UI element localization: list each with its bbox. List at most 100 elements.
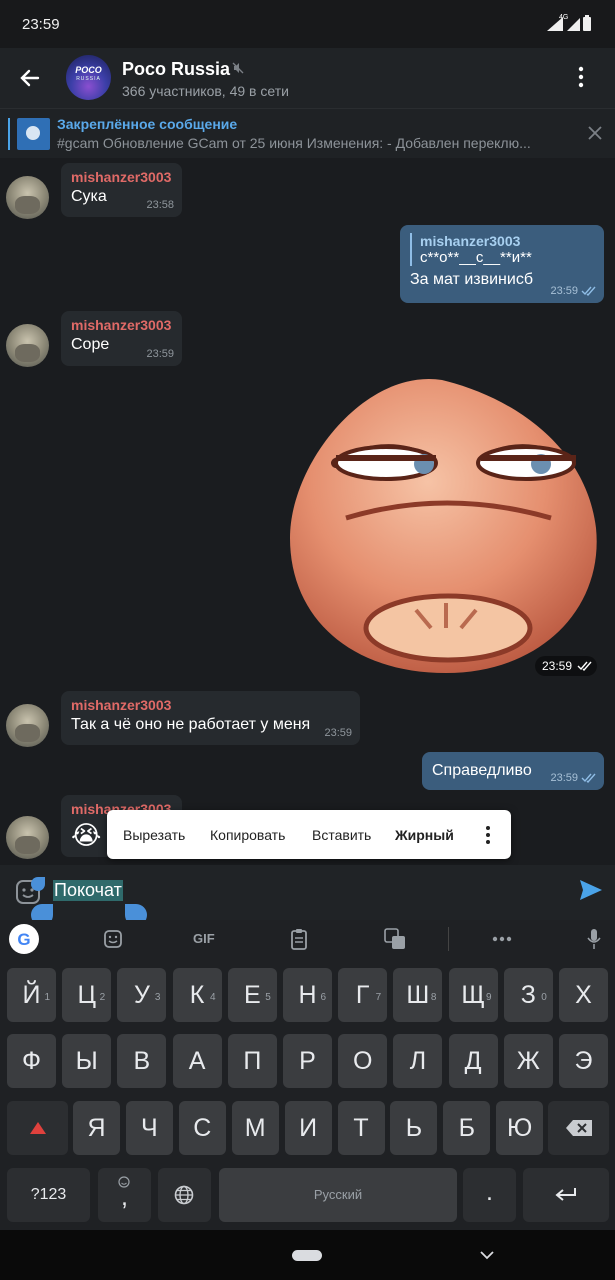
key-hint: 6: [320, 992, 326, 1003]
key-7[interactable]: Ш8: [393, 968, 443, 1022]
system-nav-bar: [0, 1230, 615, 1280]
close-icon[interactable]: [588, 126, 602, 140]
translate-icon[interactable]: [384, 928, 406, 950]
gif-button[interactable]: GIF: [193, 931, 215, 946]
key-hint: 5: [265, 992, 271, 1003]
shift-key[interactable]: [7, 1101, 68, 1155]
more-horiz-icon[interactable]: [492, 936, 512, 942]
key-5[interactable]: Н6: [283, 968, 332, 1022]
period-key[interactable]: .: [463, 1168, 516, 1222]
more-vert-icon[interactable]: [578, 66, 584, 88]
user-avatar[interactable]: [6, 324, 49, 367]
google-icon[interactable]: G: [9, 924, 39, 954]
key-row3-8[interactable]: Ю: [496, 1101, 544, 1155]
key-9[interactable]: З0: [503, 968, 553, 1022]
sticker-image[interactable]: [286, 378, 598, 678]
key-row3-7[interactable]: Б: [443, 1101, 491, 1155]
language-key[interactable]: [158, 1168, 211, 1222]
key-3[interactable]: К4: [172, 968, 222, 1022]
key-row2-6[interactable]: О: [338, 1034, 388, 1088]
key-row2-4[interactable]: П: [227, 1034, 277, 1088]
pinned-text: #gcam Обновление GCam от 25 июня Изменен…: [57, 135, 531, 151]
toolbar-divider: [448, 927, 449, 951]
key-row2-8[interactable]: Д: [448, 1034, 498, 1088]
key-1[interactable]: Ц2: [62, 968, 112, 1022]
backspace-icon: [566, 1120, 592, 1136]
key-row3-3[interactable]: М: [231, 1101, 279, 1155]
double-check-icon: [577, 661, 592, 671]
key-row2-1[interactable]: Ы: [62, 1034, 112, 1088]
status-time: 23:59: [22, 16, 60, 33]
selection-handle-start-dot[interactable]: [31, 877, 45, 891]
menu-cut[interactable]: Вырезать: [123, 827, 185, 843]
key-row2-9[interactable]: Ж: [503, 1034, 553, 1088]
message-time: 23:58: [146, 199, 174, 211]
chat-subtitle: 366 участников, 49 в сети: [122, 83, 289, 99]
menu-bold[interactable]: Жирный: [395, 827, 454, 843]
sender-name: mishanzer3003: [71, 169, 172, 185]
clipboard-icon[interactable]: [290, 928, 308, 950]
text-selection-menu: Вырезать Копировать Вставить Жирный: [107, 810, 511, 859]
chat-title[interactable]: Poco Russia: [122, 59, 230, 80]
key-hint: 7: [375, 992, 382, 1003]
menu-copy[interactable]: Копировать: [210, 827, 285, 843]
key-8[interactable]: Щ9: [448, 968, 498, 1022]
key-hint: 3: [154, 992, 161, 1003]
double-check-icon: [581, 773, 596, 783]
key-row2-0[interactable]: Ф: [7, 1034, 56, 1088]
microphone-icon[interactable]: [587, 928, 601, 950]
key-row2-7[interactable]: Л: [393, 1034, 443, 1088]
message-bubble[interactable]: mishanzer3003 Сука 23:58: [61, 163, 182, 217]
message-time: 23:59: [146, 348, 174, 360]
key-row3-4[interactable]: И: [284, 1101, 332, 1155]
key-row3-5[interactable]: Т: [337, 1101, 385, 1155]
key-row2-3[interactable]: А: [172, 1034, 222, 1088]
back-arrow-icon[interactable]: [14, 62, 46, 94]
numbers-key[interactable]: ?123: [7, 1168, 90, 1222]
reply-quote[interactable]: mishanzer3003 с**о**__с__**и**: [410, 233, 594, 266]
key-row3-2[interactable]: С: [178, 1101, 226, 1155]
key-4[interactable]: Е5: [227, 968, 277, 1022]
message-bubble[interactable]: mishanzer3003 Cope 23:59: [61, 311, 182, 366]
message-bubble-outgoing[interactable]: Справедливо 23:59: [422, 752, 604, 790]
sticker-icon[interactable]: [103, 929, 123, 949]
key-row2-2[interactable]: В: [117, 1034, 167, 1088]
key-10[interactable]: Х: [559, 968, 608, 1022]
key-6[interactable]: Г7: [338, 968, 388, 1022]
message-input-bar: Покочат: [0, 865, 615, 926]
message-bubble-outgoing[interactable]: mishanzer3003 с**о**__с__**и** За мат из…: [400, 225, 604, 303]
key-2[interactable]: У3: [117, 968, 167, 1022]
group-avatar[interactable]: POCO RUSSIA: [66, 55, 111, 100]
battery-icon: [583, 15, 591, 31]
user-avatar[interactable]: [6, 704, 49, 747]
send-icon[interactable]: [579, 879, 603, 901]
keyboard-toolbar: G GIF: [0, 920, 615, 958]
backspace-key[interactable]: [548, 1101, 609, 1155]
message-text: Так а чё оно не работает у меня: [71, 716, 311, 733]
message-time: 23:59: [324, 727, 352, 739]
chevron-down-icon[interactable]: [480, 1251, 494, 1260]
home-button[interactable]: [292, 1250, 322, 1261]
pinned-title: Закреплённое сообщение: [57, 116, 238, 132]
message-input[interactable]: Покочат: [53, 880, 123, 901]
pinned-message-bar[interactable]: Закреплённое сообщение #gcam Обновление …: [0, 108, 615, 158]
message-bubble[interactable]: mishanzer3003 Так а чё оно не работает у…: [61, 691, 360, 745]
key-0[interactable]: Й1: [7, 968, 56, 1022]
enter-icon: [555, 1188, 576, 1201]
key-row2-10[interactable]: Э: [559, 1034, 608, 1088]
reply-text: с**о**__с__**и**: [420, 249, 532, 266]
user-avatar[interactable]: [6, 816, 49, 859]
sticker-time: 23:59: [542, 659, 573, 673]
key-row3-0[interactable]: Я: [73, 1101, 120, 1155]
space-key[interactable]: Русский: [219, 1168, 457, 1222]
menu-paste[interactable]: Вставить: [312, 827, 371, 843]
more-vert-icon[interactable]: [485, 825, 491, 845]
enter-key[interactable]: [523, 1168, 609, 1222]
key-row3-1[interactable]: Ч: [125, 1101, 173, 1155]
key-row2-5[interactable]: Р: [283, 1034, 332, 1088]
key-row3-6[interactable]: Ь: [390, 1101, 438, 1155]
comma-key[interactable]: ,: [98, 1168, 151, 1222]
key-hint: 2: [99, 992, 106, 1003]
sender-name: mishanzer3003: [71, 697, 172, 713]
user-avatar[interactable]: [6, 176, 49, 219]
